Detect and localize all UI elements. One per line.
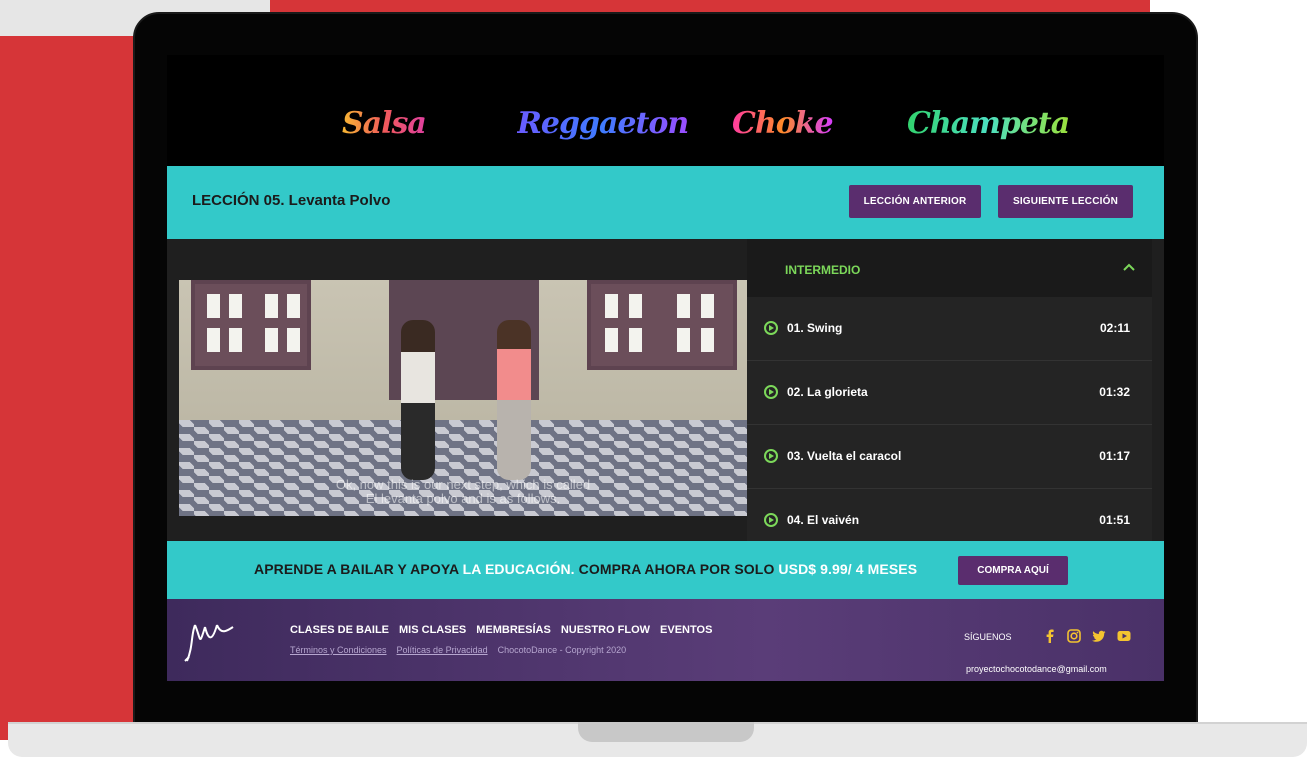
lesson-playlist: INTERMEDIO 01. Swing 02:11 02. La glorie… bbox=[747, 239, 1152, 541]
video-subtitles: Ok, now this is our next step, which is … bbox=[179, 478, 747, 506]
video-dancer bbox=[401, 320, 435, 480]
footer-link-events[interactable]: EVENTOS bbox=[660, 624, 712, 636]
style-link-champeta[interactable]: Champeta bbox=[907, 106, 1070, 141]
video-scene-window bbox=[587, 280, 737, 370]
style-link-choke[interactable]: Choke bbox=[732, 106, 834, 141]
play-circle-icon bbox=[764, 385, 778, 399]
footer-legal: Términos y Condiciones Políticas de Priv… bbox=[290, 645, 626, 655]
footer-link-our-flow[interactable]: NUESTRO FLOW bbox=[561, 624, 650, 636]
video-scene-wall bbox=[179, 280, 747, 420]
footer-link-my-classes[interactable]: MIS CLASES bbox=[399, 624, 466, 636]
laptop-screen: Salsa Reggaeton Choke Champeta LECCIÓN 0… bbox=[167, 55, 1164, 681]
copyright-text: ChocotoDance - Copyright 2020 bbox=[497, 645, 627, 655]
play-circle-icon bbox=[764, 321, 778, 335]
facebook-icon[interactable] bbox=[1043, 629, 1057, 643]
playlist-item-title: 02. La glorieta bbox=[787, 385, 868, 399]
playlist-item-duration: 02:11 bbox=[1099, 321, 1130, 335]
playlist-item[interactable]: 03. Vuelta el caracol 01:17 bbox=[747, 425, 1152, 489]
buy-now-button[interactable]: COMPRA AQUÍ bbox=[958, 556, 1068, 585]
contact-email[interactable]: proyectochocotodance@gmail.com bbox=[966, 664, 1107, 674]
promo-highlight: LA EDUCACIÓN. bbox=[462, 561, 575, 577]
privacy-link[interactable]: Políticas de Privacidad bbox=[397, 645, 488, 655]
subtitle-line: El levanta polvo and is as follows. bbox=[365, 491, 561, 506]
playlist-item-title: 04. El vaivén bbox=[787, 513, 860, 527]
playlist-item[interactable]: 02. La glorieta 01:32 bbox=[747, 361, 1152, 425]
style-link-salsa[interactable]: Salsa bbox=[342, 106, 427, 141]
video-player[interactable]: Ok, now this is our next step, which is … bbox=[179, 280, 747, 516]
playlist-item-duration: 01:51 bbox=[1099, 513, 1130, 527]
previous-lesson-button[interactable]: LECCIÓN ANTERIOR bbox=[849, 185, 981, 218]
promo-text: APRENDE A BAILAR Y APOYA LA EDUCACIÓN. C… bbox=[254, 561, 917, 577]
marketing-mockup: Salsa Reggaeton Choke Champeta LECCIÓN 0… bbox=[0, 0, 1307, 757]
brand-logo[interactable] bbox=[179, 617, 239, 665]
chevron-up-icon[interactable] bbox=[1123, 261, 1135, 273]
terms-link[interactable]: Términos y Condiciones bbox=[290, 645, 387, 655]
next-lesson-button[interactable]: SIGUIENTE LECCIÓN bbox=[998, 185, 1133, 218]
brand-logo-mark bbox=[184, 624, 234, 662]
promo-text-part: APRENDE A BAILAR Y APOYA bbox=[254, 561, 463, 577]
playlist-item-duration: 01:17 bbox=[1099, 449, 1130, 463]
promo-price: USD$ 9.99/ 4 MESES bbox=[778, 561, 918, 577]
video-dancer bbox=[497, 320, 531, 480]
youtube-icon[interactable] bbox=[1117, 629, 1131, 643]
play-circle-icon bbox=[764, 513, 778, 527]
playlist-level-label: INTERMEDIO bbox=[785, 263, 861, 277]
play-circle-icon bbox=[764, 449, 778, 463]
footer-nav: CLASES DE BAILE MIS CLASES MEMBRESÍAS NU… bbox=[290, 624, 712, 636]
instagram-icon[interactable] bbox=[1067, 629, 1081, 643]
footer-link-memberships[interactable]: MEMBRESÍAS bbox=[476, 624, 551, 636]
laptop-notch bbox=[578, 722, 754, 742]
lesson-content: Ok, now this is our next step, which is … bbox=[167, 239, 1164, 541]
playlist-item-title: 01. Swing bbox=[787, 321, 843, 335]
footer-link-dance-classes[interactable]: CLASES DE BAILE bbox=[290, 624, 389, 636]
playlist-level-header[interactable]: INTERMEDIO bbox=[747, 239, 1152, 297]
playlist-item-duration: 01:32 bbox=[1099, 385, 1130, 399]
playlist-item[interactable]: 01. Swing 02:11 bbox=[747, 297, 1152, 361]
site-footer: CLASES DE BAILE MIS CLASES MEMBRESÍAS NU… bbox=[167, 599, 1164, 681]
playlist-item-title: 03. Vuelta el caracol bbox=[787, 449, 902, 463]
lesson-title: LECCIÓN 05. Levanta Polvo bbox=[192, 192, 391, 209]
follow-label: SÍGUENOS bbox=[964, 632, 1012, 642]
lesson-bar: LECCIÓN 05. Levanta Polvo LECCIÓN ANTERI… bbox=[167, 166, 1164, 239]
style-link-reggaeton[interactable]: Reggaeton bbox=[517, 106, 689, 141]
twitter-icon[interactable] bbox=[1092, 629, 1106, 643]
video-scene-window bbox=[191, 280, 311, 370]
subtitle-line: Ok, now this is our next step, which is … bbox=[335, 477, 591, 492]
promo-text-part: COMPRA AHORA POR SOLO bbox=[574, 561, 779, 577]
background-grey-strip bbox=[0, 0, 270, 12]
dance-style-nav: Salsa Reggaeton Choke Champeta bbox=[167, 100, 1164, 166]
promo-banner: APRENDE A BAILAR Y APOYA LA EDUCACIÓN. C… bbox=[167, 541, 1164, 599]
